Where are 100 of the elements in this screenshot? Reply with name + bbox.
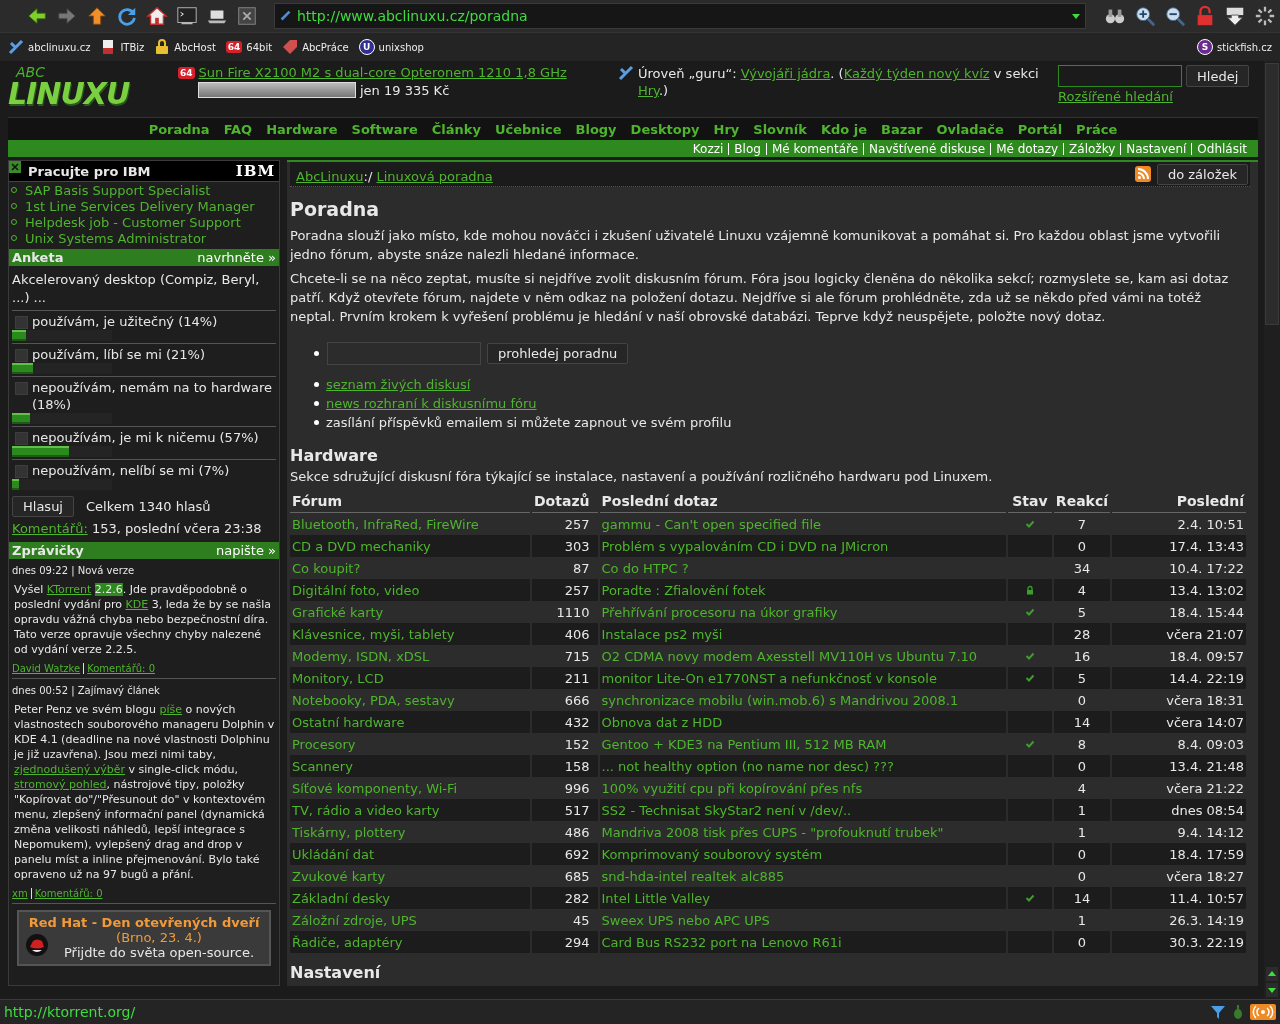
broadcast-icon[interactable] [1250,1004,1276,1020]
nav-link[interactable]: Ovladače [936,121,1004,137]
advanced-search-link[interactable]: Rozšířené hledání [1058,89,1173,104]
site-logo[interactable]: ABC LINUXU [8,65,178,117]
bookmark-link[interactable]: ITBiz [100,39,145,55]
promo-title[interactable]: Red Hat - Den otevřených dveří [25,915,263,930]
question-link[interactable]: gammu - Can't open specified file [601,516,822,532]
scrollbar[interactable] [1264,61,1280,999]
question-link[interactable]: snd-hda-intel realtek alc885 [601,868,785,884]
address-field[interactable]: http://www.abclinuxu.cz/poradna [274,3,1086,29]
user-link[interactable]: Mé dotazy [990,142,1064,155]
user-link[interactable]: Nastavení [1120,142,1192,155]
bookmark-button[interactable]: do záložek [1156,163,1248,185]
home-icon[interactable] [146,5,168,27]
forum-link[interactable]: Tiskárny, plottery [292,824,406,840]
checkbox[interactable] [15,432,28,445]
bookmark-link[interactable]: 64 64bit [225,41,273,53]
forum-link[interactable]: Síťové komponenty, Wi-Fi [292,780,458,796]
breadcrumb-link[interactable]: Linuxová poradna [376,168,493,184]
bookmark-link[interactable]: AbcPráce [282,39,349,55]
scroll-down-icon[interactable] [1266,983,1278,997]
scroll-up-icon[interactable] [1266,967,1278,981]
forward-arrow-icon[interactable] [56,5,78,27]
job-link[interactable]: Unix Systems Administrator [25,230,207,246]
link[interactable]: Hry [638,83,659,98]
forum-link[interactable]: Scannery [292,758,353,774]
close-icon[interactable] [9,161,21,173]
news-link[interactable]: xm [12,888,31,899]
link[interactable]: news rozhraní k diskusnímu fóru [326,394,537,413]
user-link[interactable]: Odhlásit [1191,142,1252,155]
download-icon[interactable] [1224,5,1246,27]
nav-link[interactable]: Články [431,121,481,137]
bookmark-link[interactable]: S stickfish.cz [1197,39,1272,55]
link[interactable]: stromový pohled [14,778,107,791]
forum-link[interactable]: Co koupit? [292,560,361,576]
dropdown-arrow-icon[interactable] [1071,11,1081,21]
nav-link[interactable]: Poradna [148,121,210,137]
bookmark-link[interactable]: AbcHost [154,39,216,55]
job-link[interactable]: SAP Basis Support Specialist [25,182,211,198]
forum-link[interactable]: Modemy, ISDN, xDSL [292,648,430,664]
question-link[interactable]: 100% využití cpu při kopírování přes nfs [601,780,863,796]
search-button[interactable]: Hledej [1186,65,1250,87]
nav-link[interactable]: Portál [1017,121,1063,137]
breadcrumb-link[interactable]: AbcLinuxu [296,168,364,184]
link[interactable]: zjednodušený výběr [14,763,125,776]
filter-icon[interactable] [1210,1004,1226,1020]
zoom-out-icon[interactable] [1164,5,1186,27]
nav-link[interactable]: Hry [713,121,740,137]
question-link[interactable]: Intel Little Valley [601,890,710,906]
checkbox[interactable] [15,465,28,478]
news-link[interactable]: Komentářů: 0 [30,888,106,899]
write-link[interactable]: napište » [215,543,276,558]
forum-link[interactable]: Záložní zdroje, UPS [292,912,417,928]
nav-link[interactable]: Blogy [575,121,617,137]
search-forum-button[interactable]: prohledej poradnu [487,343,629,364]
checkbox[interactable] [15,382,28,395]
vote-button[interactable]: Hlasuj [12,496,74,517]
news-link[interactable]: Komentářů: 0 [83,663,158,674]
question-link[interactable]: Gentoo + KDE3 na Pentium III, 512 MB RAM [601,736,887,752]
user-link[interactable]: Navštívené diskuse [863,142,991,155]
job-link[interactable]: Helpdesk job - Customer Support [25,214,241,230]
forum-link[interactable]: Procesory [292,736,356,752]
link[interactable]: KDE [125,598,149,611]
link[interactable]: píše [159,703,183,716]
question-link[interactable]: synchronizace mobilu (win.mob.6) s Mandrivou 2008.1 [601,692,959,708]
bookmark-link[interactable]: abclinuxu.cz [8,39,91,55]
question-link[interactable]: Sweex UPS nebo APC UPS [601,912,770,928]
user-link[interactable]: Mé komentáře [765,142,864,155]
bookmark-link[interactable]: U unixshop [358,39,424,55]
comments-link[interactable]: Komentářů: [12,521,88,536]
link[interactable]: seznam živých diskusí [326,375,471,394]
nav-link[interactable]: Desktopy [630,121,700,137]
link[interactable]: Každý týden nový kvíz [843,66,990,81]
search-field[interactable] [1058,65,1182,87]
checkbox[interactable] [15,349,28,362]
user-link[interactable]: Kozzi [687,142,729,155]
ad-link[interactable]: Sun Fire X2100 M2 s dual-core Opteronem 1210 1,8 GHz [198,65,567,80]
nav-link[interactable]: Práce [1076,121,1118,137]
scrollbar-thumb[interactable] [1265,63,1279,325]
nav-link[interactable]: Kdo je [820,121,867,137]
link[interactable]: KTorrent [46,583,92,596]
close-icon[interactable] [236,5,258,27]
forum-link[interactable]: Bluetooth, InfraRed, FireWire [292,516,479,532]
question-link[interactable]: Přehřívání procesoru na úkor grafiky [601,604,838,620]
zoom-in-icon[interactable] [1134,5,1156,27]
up-arrow-icon[interactable] [86,5,108,27]
checkbox[interactable] [15,316,28,329]
search-field[interactable] [327,342,481,365]
nav-link[interactable]: FAQ [223,121,253,137]
forum-link[interactable]: Grafické karty [292,604,384,620]
question-link[interactable]: O2 CDMA novy modem Axesstell MV110H vs Ubuntu 7.10 [601,648,978,664]
rss-icon[interactable] [1134,166,1151,182]
forum-link[interactable]: Zvukové karty [292,868,386,884]
terminal-icon[interactable] [176,5,198,27]
reload-icon[interactable] [116,5,138,27]
nav-link[interactable]: Hardware [266,121,338,137]
nav-link[interactable]: Slovník [753,121,807,137]
question-link[interactable]: Mandriva 2008 tisk přes CUPS - "profouknutí trubek" [601,824,944,840]
news-link[interactable]: David Watzke [12,663,84,674]
user-link[interactable]: Záložky [1063,142,1121,155]
